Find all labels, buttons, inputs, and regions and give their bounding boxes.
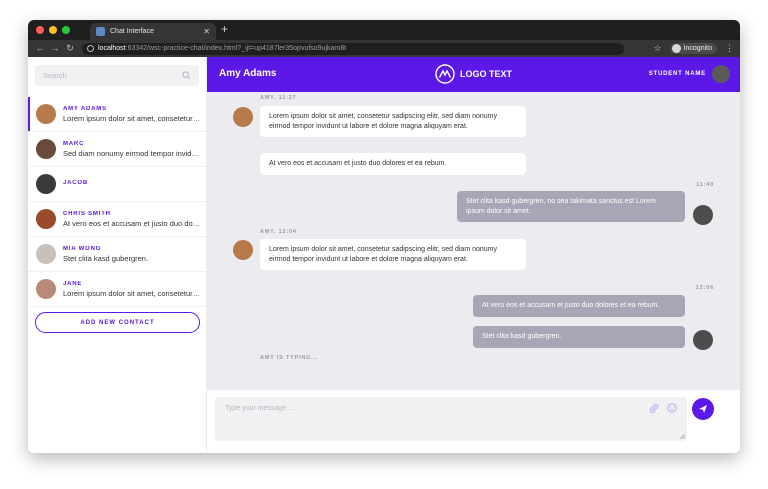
- avatar: [693, 205, 713, 225]
- avatar: [36, 104, 56, 124]
- contacts-sidebar: Search AMY ADAMS Lorem ipsum dolor sit a…: [28, 57, 207, 453]
- window-controls: [36, 26, 70, 34]
- composer: Type your message ...: [207, 390, 740, 453]
- logo-icon: [435, 64, 455, 84]
- contact-item-chris-smith[interactable]: CHRIS SMITH At vero eos et accusam et ju…: [28, 202, 206, 237]
- paperclip-icon[interactable]: [649, 403, 659, 413]
- close-window-button[interactable]: [36, 26, 44, 34]
- logo-text: LOGO TEXT: [460, 69, 513, 79]
- contact-name: MIA WONG: [63, 245, 102, 252]
- back-icon[interactable]: ←: [34, 43, 46, 54]
- contact-name: CHRIS SMITH: [63, 210, 111, 217]
- reload-icon[interactable]: ↻: [64, 43, 76, 54]
- chat-contact-name: Amy Adams: [219, 68, 277, 79]
- new-tab-icon[interactable]: +: [221, 22, 228, 36]
- incoming-message: Lorem ipsum dolor sit amet, consetetur s…: [260, 239, 526, 270]
- contact-list: AMY ADAMS Lorem ipsum dolor sit amet, co…: [28, 97, 206, 307]
- contact-item-marc[interactable]: MARC Sed diam nonumy eirmod tempor invid…: [28, 132, 206, 167]
- message-meta: AMY, 12:04: [260, 229, 297, 235]
- avatar: [693, 330, 713, 350]
- contact-item-jacob[interactable]: JACOB: [28, 167, 206, 202]
- browser-tab[interactable]: Chat Interface ✕: [90, 23, 216, 40]
- maximize-window-button[interactable]: [62, 26, 70, 34]
- send-button[interactable]: [692, 398, 714, 420]
- contact-item-amy-adams[interactable]: AMY ADAMS Lorem ipsum dolor sit amet, co…: [28, 97, 206, 132]
- typing-indicator: AMY IS TYPING...: [260, 355, 319, 361]
- avatar: [36, 244, 56, 264]
- outgoing-message: Stet clita kasd gubergren.: [473, 326, 685, 348]
- contact-name: JANE: [63, 280, 83, 287]
- tab-strip: Chat Interface ✕ +: [28, 20, 740, 40]
- emoji-icon[interactable]: [667, 403, 677, 413]
- contact-last-message: Sed diam nonumy eirmod tempor invidunt: [63, 148, 201, 158]
- address-bar[interactable]: localhost :63342/wsc-practice-chat/index…: [82, 42, 624, 55]
- avatar: [233, 240, 253, 260]
- add-new-contact-button[interactable]: ADD NEW CONTACT: [35, 312, 200, 333]
- forward-icon[interactable]: →: [49, 43, 61, 54]
- message-time: 11:40: [696, 182, 714, 188]
- avatar: [233, 107, 253, 127]
- chat-header: Amy Adams LOGO TEXT STUDENT NAME: [207, 57, 740, 92]
- avatar: [36, 279, 56, 299]
- tab-close-icon[interactable]: ✕: [203, 27, 210, 36]
- message-placeholder: Type your message ...: [225, 405, 294, 412]
- contact-last-message: Lorem ipsum dolor sit amet, consetetur s…: [63, 288, 201, 298]
- url-host: localhost: [98, 45, 126, 52]
- outgoing-message: Stet clita kasd gubergren, no sea takima…: [457, 191, 685, 222]
- incognito-icon: [671, 44, 681, 53]
- contact-last-message: At vero eos et accusam et justo duo dolo…: [63, 218, 201, 228]
- message-meta: AMY, 11:27: [260, 95, 297, 101]
- message-time: 12:06: [695, 285, 714, 291]
- student-avatar: [712, 65, 730, 83]
- bookmark-star-icon[interactable]: ☆: [654, 43, 662, 54]
- logo: LOGO TEXT: [435, 64, 512, 84]
- chat-app: Search AMY ADAMS Lorem ipsum dolor sit a…: [28, 57, 740, 453]
- avatar: [36, 174, 56, 194]
- send-icon: [699, 405, 707, 413]
- contact-item-jane[interactable]: JANE Lorem ipsum dolor sit amet, consete…: [28, 272, 206, 307]
- chat-panel: Amy Adams LOGO TEXT STUDENT NAME AMY, 11…: [207, 57, 740, 453]
- contact-item-mia-wong[interactable]: MIA WONG Stet clita kasd gubergren.: [28, 237, 206, 272]
- resize-grip-icon[interactable]: [680, 434, 685, 439]
- incognito-badge[interactable]: Incognito: [669, 43, 717, 54]
- avatar: [36, 209, 56, 229]
- contact-name: JACOB: [63, 180, 89, 186]
- student-profile[interactable]: STUDENT NAME: [649, 65, 730, 83]
- search-box[interactable]: Search: [35, 65, 199, 86]
- message-input[interactable]: Type your message ...: [215, 397, 687, 441]
- browser-window: Chat Interface ✕ + ← → ↻ localhost :6334…: [28, 20, 740, 453]
- tab-title: Chat Interface: [110, 28, 154, 35]
- contact-name: MARC: [63, 140, 85, 147]
- message-area: AMY, 11:27 Lorem ipsum dolor sit amet, c…: [207, 92, 740, 390]
- incoming-message: Lorem ipsum dolor sit amet, consetetur s…: [260, 106, 526, 137]
- search-input[interactable]: Search: [43, 71, 67, 80]
- tab-favicon-icon: [96, 27, 105, 36]
- browser-menu-icon[interactable]: ⋮: [725, 43, 734, 54]
- site-info-icon[interactable]: [87, 45, 94, 52]
- browser-toolbar: ← → ↻ localhost :63342/wsc-practice-chat…: [28, 40, 740, 57]
- search-icon[interactable]: [182, 71, 191, 80]
- outgoing-message: At vero eos et accusam et justo duo dolo…: [473, 295, 685, 317]
- url-path: :63342/wsc-practice-chat/index.html?_ijt…: [125, 45, 347, 52]
- incognito-label: Incognito: [683, 45, 712, 52]
- contact-last-message: Stet clita kasd gubergren.: [63, 253, 149, 263]
- contact-name: AMY ADAMS: [63, 105, 107, 112]
- incoming-message: At vero eos et accusam et justo duo dolo…: [260, 153, 526, 175]
- student-name: STUDENT NAME: [648, 71, 706, 77]
- minimize-window-button[interactable]: [49, 26, 57, 34]
- avatar: [36, 139, 56, 159]
- contact-last-message: Lorem ipsum dolor sit amet, consetetur s…: [63, 113, 201, 123]
